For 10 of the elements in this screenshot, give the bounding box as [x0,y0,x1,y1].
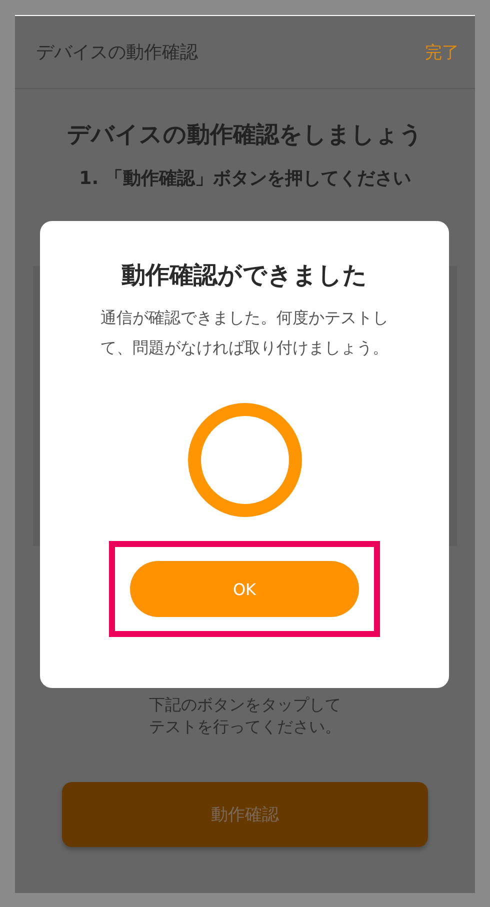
ring-icon [188,403,302,517]
screen-title: デバイスの動作確認 [36,41,198,64]
done-link[interactable]: 完了 [425,40,459,64]
page-heading: デバイスの動作確認をしましょう [67,121,423,150]
instruction-text: 下記のボタンをタップして テストを行ってください。 [149,694,341,738]
dialog-title: 動作確認ができました [122,260,368,291]
check-button[interactable]: 動作確認 [62,782,428,847]
dialog-message: 通信が確認できました。何度かテストし て、問題がなければ取り付けましょう。 [100,307,388,359]
step-text: 1. 「動作確認」ボタンを押してください [79,167,411,190]
ok-button[interactable]: OK [130,561,359,617]
